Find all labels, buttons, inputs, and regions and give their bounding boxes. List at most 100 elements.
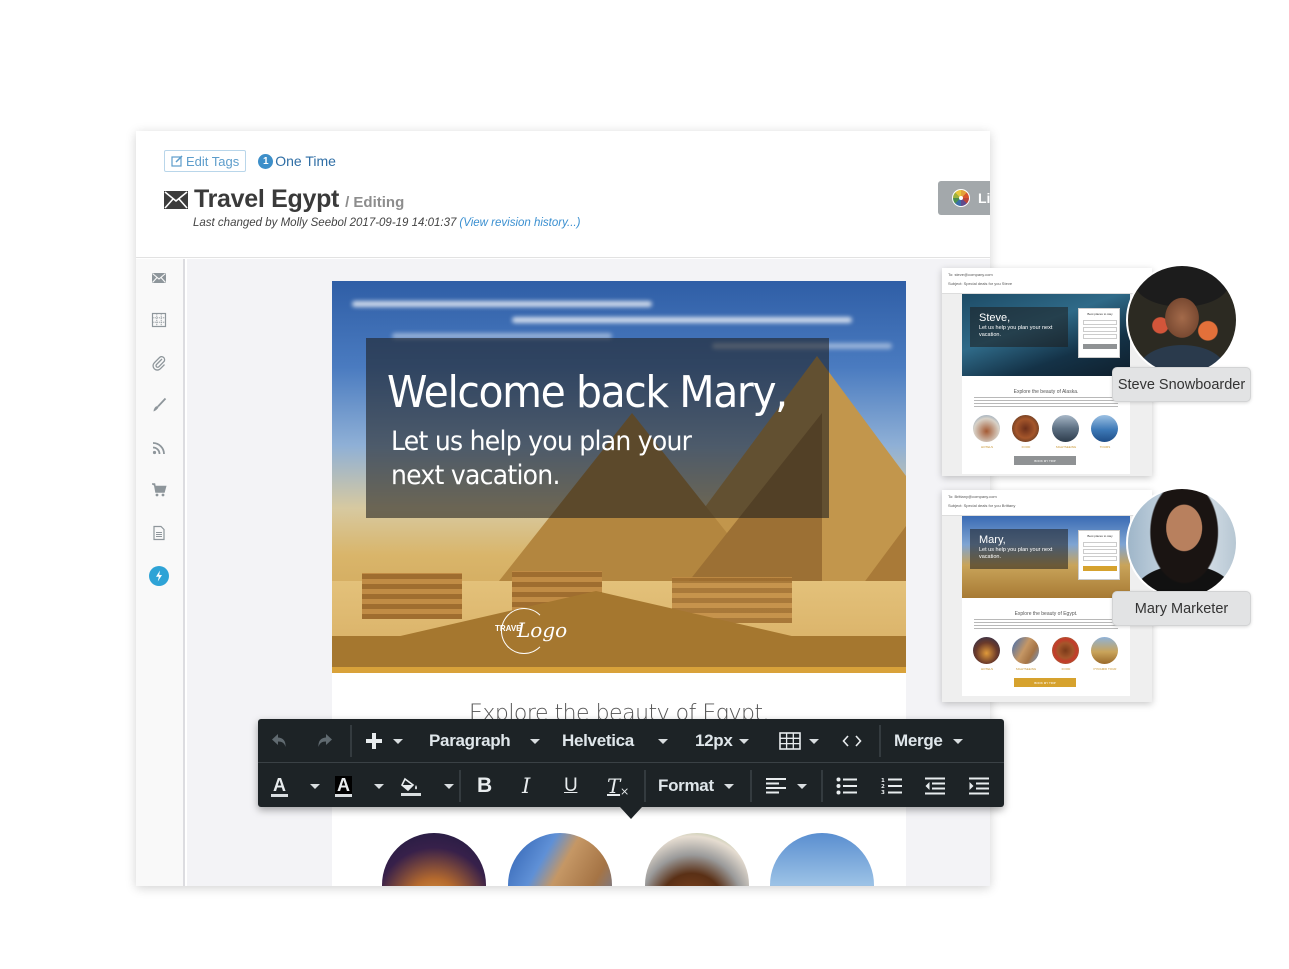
sightseeing-image[interactable] [508,833,612,886]
preview-caption: HOTELS [980,667,993,671]
preview-hotels-image [973,415,1000,442]
preview-subject: Subject: Special deals for you Steve [948,281,1013,286]
align-left-icon [766,778,786,794]
cart-icon [152,483,167,497]
hero-subtext[interactable]: Let us help you plan your next vacation. [391,425,726,493]
background-color-icon: A [335,774,352,797]
frequency-label: One Time [275,153,336,169]
sidebar-item-documents[interactable] [151,525,167,541]
source-code-button[interactable] [842,719,862,763]
edit-tags-button[interactable]: Edit Tags [164,150,247,172]
bold-icon: B [477,774,492,797]
redo-icon [318,734,332,747]
numbered-list-icon: 123 [881,778,902,795]
envelope-icon [152,273,166,283]
numbered-list-button[interactable]: 123 [881,764,903,808]
sidebar-item-design[interactable] [151,397,167,413]
hero-band-peak [396,591,796,637]
chevron-down-icon [309,783,320,789]
chevron-down-icon [738,738,749,744]
launch-button[interactable]: Li [938,181,990,215]
hero-heading[interactable]: Welcome back Mary, [387,367,788,418]
block-format-dropdown[interactable]: Paragraph [429,719,541,763]
table-dropdown[interactable] [779,719,819,763]
block-format-label: Paragraph [429,731,511,750]
underline-button[interactable]: U [564,764,578,808]
last-changed-info: Last changed by Molly Seebol 2017-09-19 … [193,217,580,229]
page-title: Travel Egypt [194,185,340,213]
svg-text:3: 3 [881,790,885,795]
bold-button[interactable]: B [477,764,492,808]
chevron-down-icon [723,783,734,789]
outdent-button[interactable] [924,764,946,808]
color-wheel-icon [952,189,970,207]
table-icon [151,312,167,328]
revision-history-link[interactable]: (View revision history...) [459,217,580,229]
chevron-down-icon [393,738,403,744]
clear-formatting-button[interactable]: T × [607,764,629,808]
table-icon [779,732,801,750]
font-size-dropdown[interactable]: 12px [695,719,749,763]
last-changed-text: Last changed by Molly Seebol 2017-09-19 … [193,217,457,229]
redo-button[interactable] [314,719,334,763]
sidebar-item-envelope[interactable] [151,270,167,286]
form-field [1083,549,1117,554]
preview-food-image [1012,415,1039,442]
chevron-down-icon [797,783,807,789]
preview-paragraph [974,619,1118,629]
insert-dropdown[interactable] [365,719,403,763]
preview-subject: Subject: Special deals for you Brittany [948,503,1016,508]
form-field [1083,556,1117,561]
persona-label-steve: Steve Snowboarder [1112,367,1251,402]
align-dropdown[interactable] [765,764,807,808]
preview-caption: PYRAMID TOUR [1093,667,1117,671]
text-color-icon: A [271,774,288,797]
italic-icon: I [522,774,530,798]
frequency-indicator[interactable]: 1 One Time [258,153,336,169]
sidebar-item-feeds[interactable] [151,440,167,456]
font-family-dropdown[interactable]: Helvetica [562,719,668,763]
category-images [382,833,882,886]
fill-color-dropdown[interactable] [400,764,454,808]
toolbar-separator [644,770,646,802]
background-color-dropdown[interactable]: A [335,764,384,808]
italic-button[interactable]: I [522,764,530,808]
form-submit [1083,566,1117,571]
text-color-dropdown[interactable]: A [271,764,320,808]
indent-button[interactable] [968,764,990,808]
preview-sightseeing-image [1012,637,1039,664]
sidebar-item-products[interactable] [151,482,167,498]
pyramid-tour-image[interactable] [770,833,874,886]
preview-caption: HOTELS [980,445,993,449]
sidebar-item-dynamic-content[interactable] [149,566,169,586]
hotels-image[interactable] [382,833,486,886]
chevron-down-icon [530,738,541,744]
format-label: Format [658,776,714,795]
food-image[interactable] [645,833,749,886]
plus-icon [366,733,382,749]
sidebar-item-attachments[interactable] [151,355,167,371]
preview-caption: TOURS [1099,445,1111,449]
cloud [512,317,852,323]
cloud [352,301,652,307]
font-family-label: Helvetica [562,731,634,750]
rss-icon [152,442,165,455]
format-dropdown[interactable]: Format [658,764,734,808]
preview-caption: SIGHTSEEING [1015,667,1037,671]
merge-label: Merge [894,731,943,750]
bullet-list-button[interactable] [836,764,858,808]
underline-icon: U [564,775,578,796]
preview-to: To: steve@company.com [948,272,993,277]
code-icon [842,735,862,747]
sidebar-item-layout[interactable] [151,312,167,328]
preview-form: Best places to stay [1078,530,1120,580]
outdent-icon [925,777,945,795]
preview-explore: Explore the beauty of Egypt. [1014,611,1078,617]
merge-dropdown[interactable]: Merge [894,719,963,763]
edit-icon [171,155,183,167]
title-row: Travel Egypt / Editing [164,185,404,214]
hero-banner[interactable]: Welcome back Mary, Let us help you plan … [332,281,906,673]
undo-button[interactable] [270,719,290,763]
persona-label-mary: Mary Marketer [1112,591,1251,626]
envelope-icon [164,190,188,209]
